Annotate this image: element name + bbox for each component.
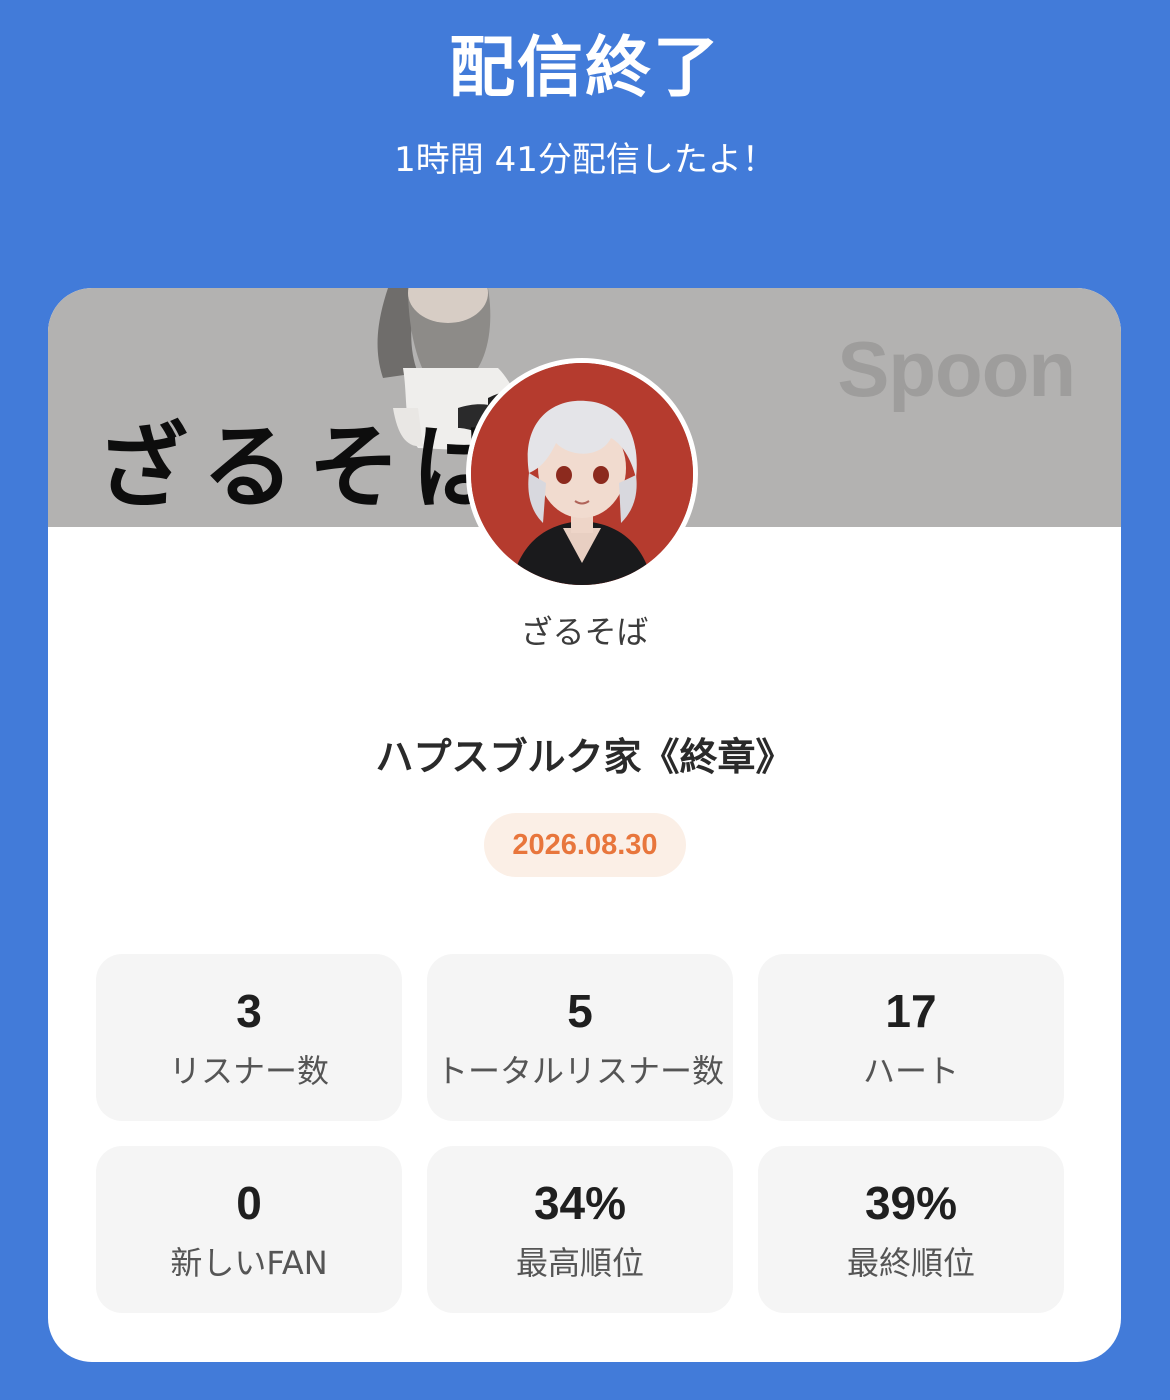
date-badge: 2026.08.30 xyxy=(484,813,686,877)
stat-label: 新しいFAN xyxy=(170,1244,328,1282)
header-title: 配信終了 xyxy=(449,29,721,106)
stat-value: 17 xyxy=(885,985,937,1037)
header-subtitle: 1時間 41分配信したよ！ xyxy=(394,140,776,180)
stat-label: リスナー数 xyxy=(168,1052,329,1090)
avatar-image xyxy=(471,363,693,585)
stat-total-listeners: 5 トータルリスナー数 xyxy=(427,954,733,1121)
avatar[interactable] xyxy=(466,358,698,590)
stat-new-fans: 0 新しいFAN xyxy=(96,1146,402,1313)
stat-listeners: 3 リスナー数 xyxy=(96,954,402,1121)
stats-grid: 3 リスナー数 5 トータルリスナー数 17 ハート 0 新しいFAN 34% … xyxy=(96,954,1064,1313)
stat-value: 3 xyxy=(236,985,262,1037)
stat-label: 最終順位 xyxy=(846,1244,975,1282)
spoon-logo: Spoon xyxy=(837,325,1076,413)
broadcast-summary-card: ざるそば Spoon ざるそば ハプスブルク家《終章》 2026.08.30 3… xyxy=(48,288,1121,1362)
stat-label: ハート xyxy=(862,1052,959,1090)
stat-hearts: 17 ハート xyxy=(758,954,1064,1121)
banner-text: ざるそば xyxy=(96,414,521,521)
stat-label: トータルリスナー数 xyxy=(435,1052,724,1090)
stat-value: 5 xyxy=(567,985,593,1037)
broadcast-title: ハプスブルク家《終章》 xyxy=(375,735,794,779)
stat-label: 最高順位 xyxy=(515,1244,644,1282)
stat-final-rank: 39% 最終順位 xyxy=(758,1146,1064,1313)
stat-value: 39% xyxy=(864,1177,958,1229)
username: ざるそば xyxy=(520,613,649,651)
stat-value: 0 xyxy=(236,1177,262,1229)
stat-value: 34% xyxy=(533,1177,627,1229)
stat-highest-rank: 34% 最高順位 xyxy=(427,1146,733,1313)
